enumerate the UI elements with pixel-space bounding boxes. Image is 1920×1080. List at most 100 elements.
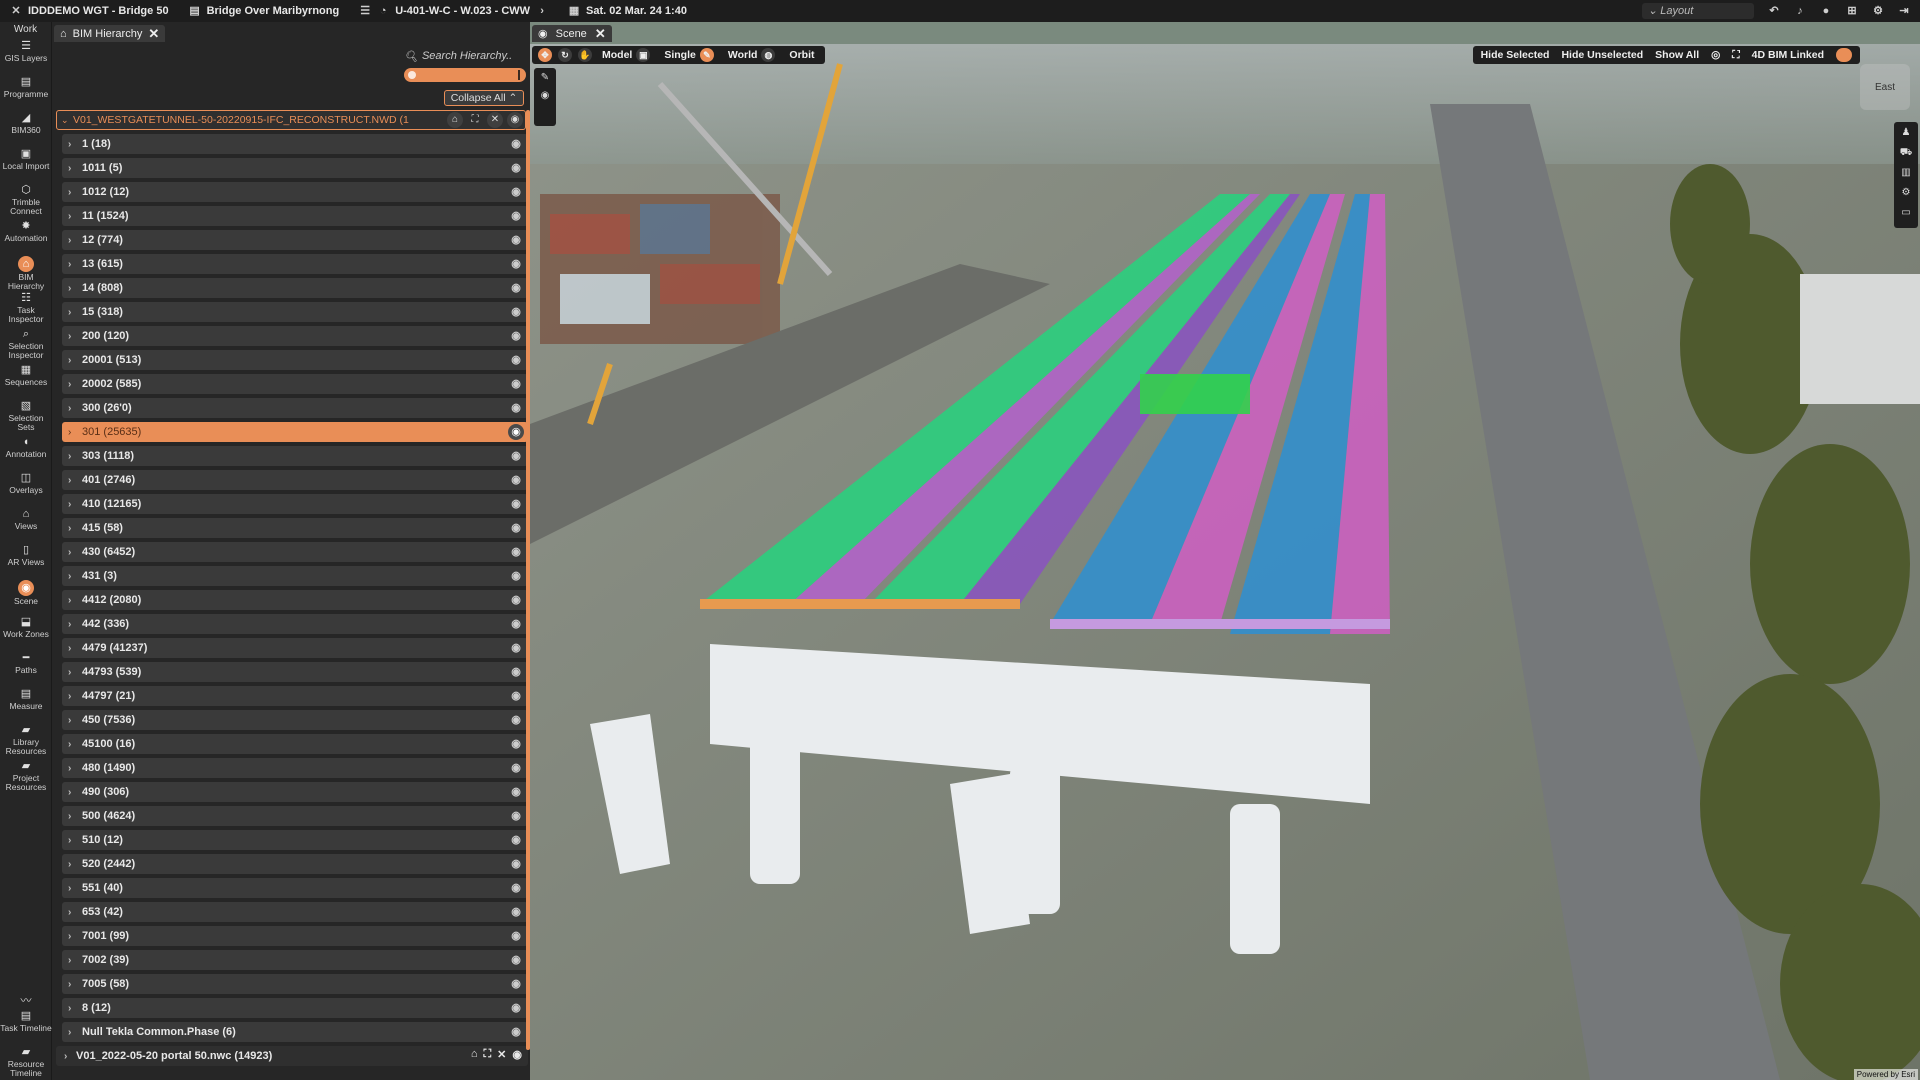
eye-icon[interactable]: ◉ [510,570,522,582]
eye-icon[interactable]: ◉ [510,642,522,654]
grid-icon[interactable]: ⊞ [1846,5,1858,17]
sidebar-item-paths[interactable]: ━ Paths [0,650,52,686]
target-icon[interactable]: ◎ [1711,49,1720,61]
tree-node[interactable]: › 45100 (16) ◉ [62,734,528,754]
book-icon[interactable]: ▥ [1899,166,1913,180]
tree-node[interactable]: › 551 (40) ◉ [62,878,528,898]
sidebar-item-task-timeline[interactable]: ▤ Task Timeline [0,1008,52,1044]
chevron-down-icon[interactable]: ⌄ [61,115,73,126]
chevron-right-icon[interactable]: › [68,787,82,798]
sidebar-item-gis-layers[interactable]: ☰ GIS Layers [0,38,52,74]
eye-icon[interactable]: ◉ [510,690,522,702]
sidebar-item-sequences[interactable]: ▦ Sequences [0,362,52,398]
hand-icon[interactable]: ✋ [578,48,592,62]
eye-icon[interactable]: ◉ [510,210,522,222]
chevron-right-icon[interactable]: › [68,187,82,198]
eye-icon[interactable]: ◉ [510,354,522,366]
zoom-to-icon[interactable]: ⛶ [467,112,483,128]
model-button[interactable]: Model ▣ [598,48,654,62]
eye-icon[interactable]: ◉ [510,954,522,966]
eye-icon[interactable]: ◉ [510,834,522,846]
sidebar-item-scene[interactable]: ◉ Scene [0,578,52,614]
tree-node[interactable]: › Null Tekla Common.Phase (6) ◉ [62,1022,528,1042]
close-icon[interactable]: ✕ [148,26,159,42]
tree-node[interactable]: › 653 (42) ◉ [62,902,528,922]
eye-icon[interactable]: ◉ [510,162,522,174]
eye-icon[interactable]: ◉ [510,234,522,246]
bim-linked-toggle[interactable] [1836,48,1852,62]
tree-node[interactable]: › 431 (3) ◉ [62,566,528,586]
tab-bim-hierarchy[interactable]: ⌂ BIM Hierarchy ✕ [54,25,166,42]
chevron-right-icon[interactable]: › [68,307,82,318]
sidebar-item-selection-sets[interactable]: ▧ Selection Sets [0,398,52,434]
eye-icon[interactable]: ◉ [512,1048,522,1061]
sidebar-item-task-inspector[interactable]: ☷ Task Inspector [0,290,52,326]
eye-icon[interactable]: ◉ [510,666,522,678]
eye-icon[interactable]: ◉ [510,858,522,870]
single-button[interactable]: Single ✎ [660,48,718,62]
chevron-right-icon[interactable]: › [68,211,82,222]
sidebar-item-measure[interactable]: ▤ Measure [0,686,52,722]
chevron-right-icon[interactable]: › [68,571,82,582]
filter-slider[interactable] [404,68,526,82]
tree-node[interactable]: › 14 (808) ◉ [62,278,528,298]
tree-node[interactable]: › 11 (1524) ◉ [62,206,528,226]
person-icon[interactable]: ♟ [1899,126,1913,140]
tree-node[interactable]: › 20001 (513) ◉ [62,350,528,370]
tree-node[interactable]: › 44797 (21) ◉ [62,686,528,706]
eye-icon[interactable]: ◉ [510,810,522,822]
frame-icon[interactable]: ⛶ [1732,49,1739,62]
hide-selected-button[interactable]: Hide Selected [1481,49,1550,61]
sidebar-item-annotation[interactable]: ◖ Annotation [0,434,52,470]
chevron-right-icon[interactable]: › [68,907,82,918]
search-input[interactable]: 🔍︎ Search Hierarchy.. [404,48,526,64]
eye-icon[interactable]: ◉ [510,714,522,726]
tree-node[interactable]: › 12 (774) ◉ [62,230,528,250]
eye-icon[interactable]: ◉ [510,546,522,558]
chevron-right-icon[interactable]: › [68,619,82,630]
eye-icon[interactable]: ◉ [510,330,522,342]
schedule-selector[interactable]: ☰ ◔ U-401-W-C - W.023 - CWW › [349,0,558,22]
undo-icon[interactable]: ↶ [1768,5,1780,17]
tree-node[interactable]: › 1012 (12) ◉ [62,182,528,202]
chevron-right-icon[interactable]: › [68,523,82,534]
sidebar-item-bim-hierarchy[interactable]: ⌂ BIM Hierarchy [0,254,52,291]
sidebar-item-resource-timeline[interactable]: ▰ Resource Timeline [0,1044,52,1080]
lock-icon[interactable]: ⌂ [471,1048,478,1061]
chevron-right-icon[interactable]: › [68,859,82,870]
eye-icon[interactable]: ◉ [510,1026,522,1038]
eye-icon[interactable]: ◉ [510,882,522,894]
eye-icon[interactable]: ◉ [510,762,522,774]
tree-node[interactable]: › 1 (18) ◉ [62,134,528,154]
show-all-button[interactable]: Show All [1655,49,1699,61]
zoom-to-icon[interactable]: ⛶ [483,1048,491,1061]
chevron-right-icon[interactable]: › [68,379,82,390]
tree-node[interactable]: › 450 (7536) ◉ [62,710,528,730]
logout-icon[interactable]: ⇥ [1898,5,1910,17]
tree-node[interactable]: › 510 (12) ◉ [62,830,528,850]
tree-node[interactable]: › 301 (25635) ◉ [62,422,528,442]
orbit-button[interactable]: Orbit [785,48,818,62]
eye-icon[interactable]: ◉ [510,498,522,510]
tree-node[interactable]: › 430 (6452) ◉ [62,542,528,562]
eye-icon[interactable]: ◉ [510,978,522,990]
move-icon[interactable]: ✥ [538,48,552,62]
sidebar-item-work-zones[interactable]: ⬓ Work Zones [0,614,52,650]
sidebar-item-trimble-connect[interactable]: ⬡ Trimble Connect [0,182,52,218]
chevron-right-icon[interactable]: › [64,1051,76,1062]
chevron-right-icon[interactable]: › [68,883,82,894]
sidebar-item-ar-views[interactable]: ▯ AR Views [0,542,52,578]
chevron-right-icon[interactable]: › [68,451,82,462]
sidebar-item-project-resources[interactable]: ▰ Project Resources [0,758,52,794]
isolate-icon[interactable]: ✕ [497,1048,506,1061]
settings-icon[interactable]: ⚙ [1872,5,1884,17]
sidebar-item-library-resources[interactable]: ▰ Library Resources [0,722,52,758]
chevron-right-icon[interactable]: › [68,235,82,246]
chevron-right-icon[interactable]: › [68,403,82,414]
tree-node[interactable]: › 480 (1490) ◉ [62,758,528,778]
chevron-right-icon[interactable]: › [68,667,82,678]
bell-icon[interactable]: ♪ [1794,5,1806,17]
eye-icon[interactable]: ◉ [510,522,522,534]
close-icon[interactable]: ✕ [595,26,606,42]
tree-root-node-2[interactable]: › V01_2022-05-20 portal 50.nwc (14923) ⌂… [56,1046,528,1066]
